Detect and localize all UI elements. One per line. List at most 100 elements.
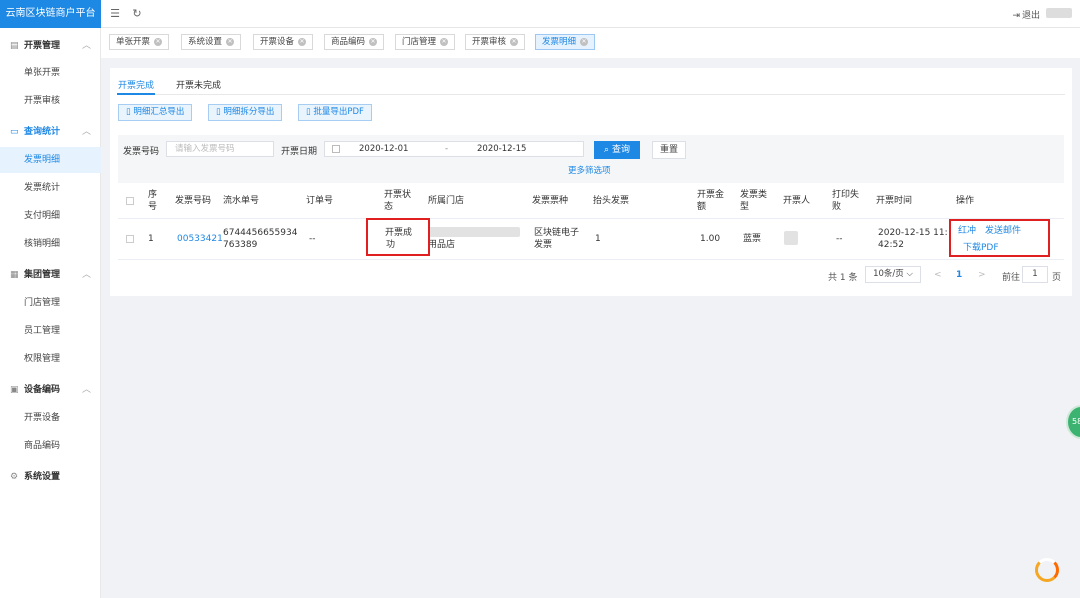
sidebar-group-query[interactable]: ▭ 查询统计 ︿ <box>0 121 101 143</box>
issuer-redacted <box>784 231 798 245</box>
sidebar-item-writeoff-detail[interactable]: 核销明细 <box>0 231 101 257</box>
cell-store: 用品店 <box>428 240 456 250</box>
logout-button[interactable]: ⇥ 退出 <box>1012 8 1040 21</box>
close-icon[interactable]: ✕ <box>440 37 449 46</box>
cell-amount: 1.00 <box>700 234 721 244</box>
close-icon[interactable]: ✕ <box>226 37 235 46</box>
chevron-up-icon: ︿ <box>81 127 91 137</box>
loading-ring-icon[interactable] <box>1035 558 1059 582</box>
date-range-input[interactable]: 2020-12-01 - 2020-12-15 <box>324 141 584 157</box>
col-actions: 操作 <box>956 196 975 206</box>
tag-store-mgmt[interactable]: 门店管理 ✕ <box>395 34 456 50</box>
tag-invoice-detail[interactable]: 发票明细 ✕ <box>535 34 596 50</box>
cell-invoice-no-link[interactable]: 00533421 <box>177 233 223 245</box>
chevron-down-icon: ⌵ <box>903 269 913 279</box>
cell-seq: 1 <box>148 234 154 244</box>
date-separator: - <box>445 144 449 154</box>
sidebar-item-permission-mgmt[interactable]: 权限管理 <box>0 346 101 372</box>
top-bar: 云南区块链商户平台 ☰ ↻ ⇥ 退出 <box>0 0 1080 28</box>
sidebar-item-invoice-stats[interactable]: 发票统计 <box>0 175 101 201</box>
cell-order-no: -- <box>309 234 316 244</box>
refresh-icon[interactable]: ↻ <box>130 7 144 21</box>
select-all-checkbox[interactable] <box>126 197 134 205</box>
goto-label: 前往 <box>1002 273 1021 283</box>
goto-page-input[interactable]: 1 <box>1022 266 1048 283</box>
brand-title[interactable]: 云南区块链商户平台 <box>0 0 101 28</box>
sidebar-item-invoice-detail[interactable]: 发票明细 <box>0 147 101 173</box>
close-icon[interactable]: ✕ <box>154 37 163 46</box>
sidebar-item-invoice-review[interactable]: 开票审核 <box>0 88 101 114</box>
more-filters-link[interactable]: 更多筛选项 <box>568 164 611 176</box>
sidebar-item-product-code[interactable]: 商品编码 <box>0 433 101 459</box>
cell-title: 1 <box>595 234 601 244</box>
cell-serial-no: 6744456655934 763389 <box>223 228 298 250</box>
search-button[interactable]: ⌕ 查询 <box>594 141 640 159</box>
col-status: 开票状态 <box>384 190 412 212</box>
date-label: 开票日期 <box>281 147 318 157</box>
col-invoice-no: 发票号码 <box>175 196 212 206</box>
sidebar-item-payment-detail[interactable]: 支付明细 <box>0 203 101 229</box>
invoice-no-input[interactable]: 请输入发票号码 <box>166 141 274 157</box>
invoice-no-label: 发票号码 <box>123 147 160 157</box>
col-amount: 开票金额 <box>697 190 725 212</box>
store-name-redacted <box>428 227 520 237</box>
export-summary-button[interactable]: ▯ 明细汇总导出 <box>118 104 193 121</box>
pagination-total: 共 1 条 <box>828 273 858 283</box>
page-number-current[interactable]: 1 <box>956 270 962 280</box>
prev-page-button[interactable]: < <box>934 270 942 280</box>
col-issuer: 开票人 <box>783 196 811 206</box>
table-row-divider <box>118 259 1064 260</box>
tag-single-invoice[interactable]: 单张开票 ✕ <box>109 34 170 50</box>
sidebar-group-billing[interactable]: ▤ 开票管理 ︿ <box>0 35 101 57</box>
floating-badge-button[interactable]: 58 <box>1066 405 1080 439</box>
col-store: 所属门店 <box>428 196 465 206</box>
batch-export-pdf-button[interactable]: ▯ 批量导出PDF <box>298 104 372 121</box>
sidebar-group-group-mgmt[interactable]: ▦ 集团管理 ︿ <box>0 264 101 286</box>
tag-invoice-review[interactable]: 开票审核 ✕ <box>465 34 526 50</box>
status-highlight-box <box>366 218 430 256</box>
menu-fold-icon[interactable]: ☰ <box>108 7 122 21</box>
tab-active-indicator <box>117 93 155 95</box>
close-icon[interactable]: ✕ <box>510 37 519 46</box>
close-icon[interactable]: ✕ <box>298 37 307 46</box>
table-header-divider <box>118 218 1064 219</box>
sidebar-item-store-mgmt[interactable]: 门店管理 <box>0 290 101 316</box>
cell-invoice-kind: 区块链电子 发票 <box>534 228 580 250</box>
reset-button[interactable]: 重置 <box>652 141 686 159</box>
logout-label: 退出 <box>1021 11 1040 21</box>
chevron-up-icon: ︿ <box>81 41 91 51</box>
col-serial-no: 流水单号 <box>223 196 260 206</box>
sidebar-item-staff-mgmt[interactable]: 员工管理 <box>0 318 101 344</box>
tag-billing-device[interactable]: 开票设备 ✕ <box>253 34 314 50</box>
close-icon[interactable]: ✕ <box>580 37 589 46</box>
list-icon: ▤ <box>10 41 19 51</box>
col-seq: 序号 <box>148 190 158 212</box>
tag-product-code[interactable]: 商品编码 ✕ <box>324 34 385 50</box>
col-print-fail: 打印失败 <box>832 190 860 212</box>
sidebar-item-single-invoice[interactable]: 单张开票 <box>0 60 101 86</box>
calendar-icon <box>332 145 340 153</box>
sidebar-item-billing-device[interactable]: 开票设备 <box>0 405 101 431</box>
sidebar-group-settings[interactable]: ⚙ 系统设置 <box>0 466 101 488</box>
cell-time: 2020-12-15 11: 42:52 <box>878 228 948 250</box>
building-icon: ▦ <box>10 270 19 280</box>
cell-print-fail: -- <box>836 234 843 244</box>
tab-completed[interactable]: 开票完成 <box>118 78 154 91</box>
actions-highlight-box <box>949 219 1050 257</box>
chat-icon: ▭ <box>10 127 19 137</box>
chevron-up-icon: ︿ <box>81 385 91 395</box>
tag-system-settings[interactable]: 系统设置 ✕ <box>181 34 242 50</box>
user-avatar[interactable] <box>1046 8 1072 18</box>
device-icon: ▣ <box>10 385 19 395</box>
next-page-button[interactable]: > <box>978 270 986 280</box>
export-split-button[interactable]: ▯ 明细拆分导出 <box>208 104 283 121</box>
col-invoice-type: 发票类型 <box>740 190 768 212</box>
row-checkbox[interactable] <box>126 235 134 243</box>
close-icon[interactable]: ✕ <box>369 37 378 46</box>
sidebar-group-device[interactable]: ▣ 设备编码 ︿ <box>0 379 101 401</box>
tab-incomplete[interactable]: 开票未完成 <box>176 78 221 91</box>
date-end: 2020-12-15 <box>477 144 527 154</box>
page-unit-label: 页 <box>1052 273 1062 283</box>
content-card: 开票完成 开票未完成 ▯ 明细汇总导出 ▯ 明细拆分导出 ▯ 批量导出PDF 发… <box>110 68 1072 296</box>
page-size-select[interactable]: 10条/页 ⌵ <box>865 266 921 283</box>
